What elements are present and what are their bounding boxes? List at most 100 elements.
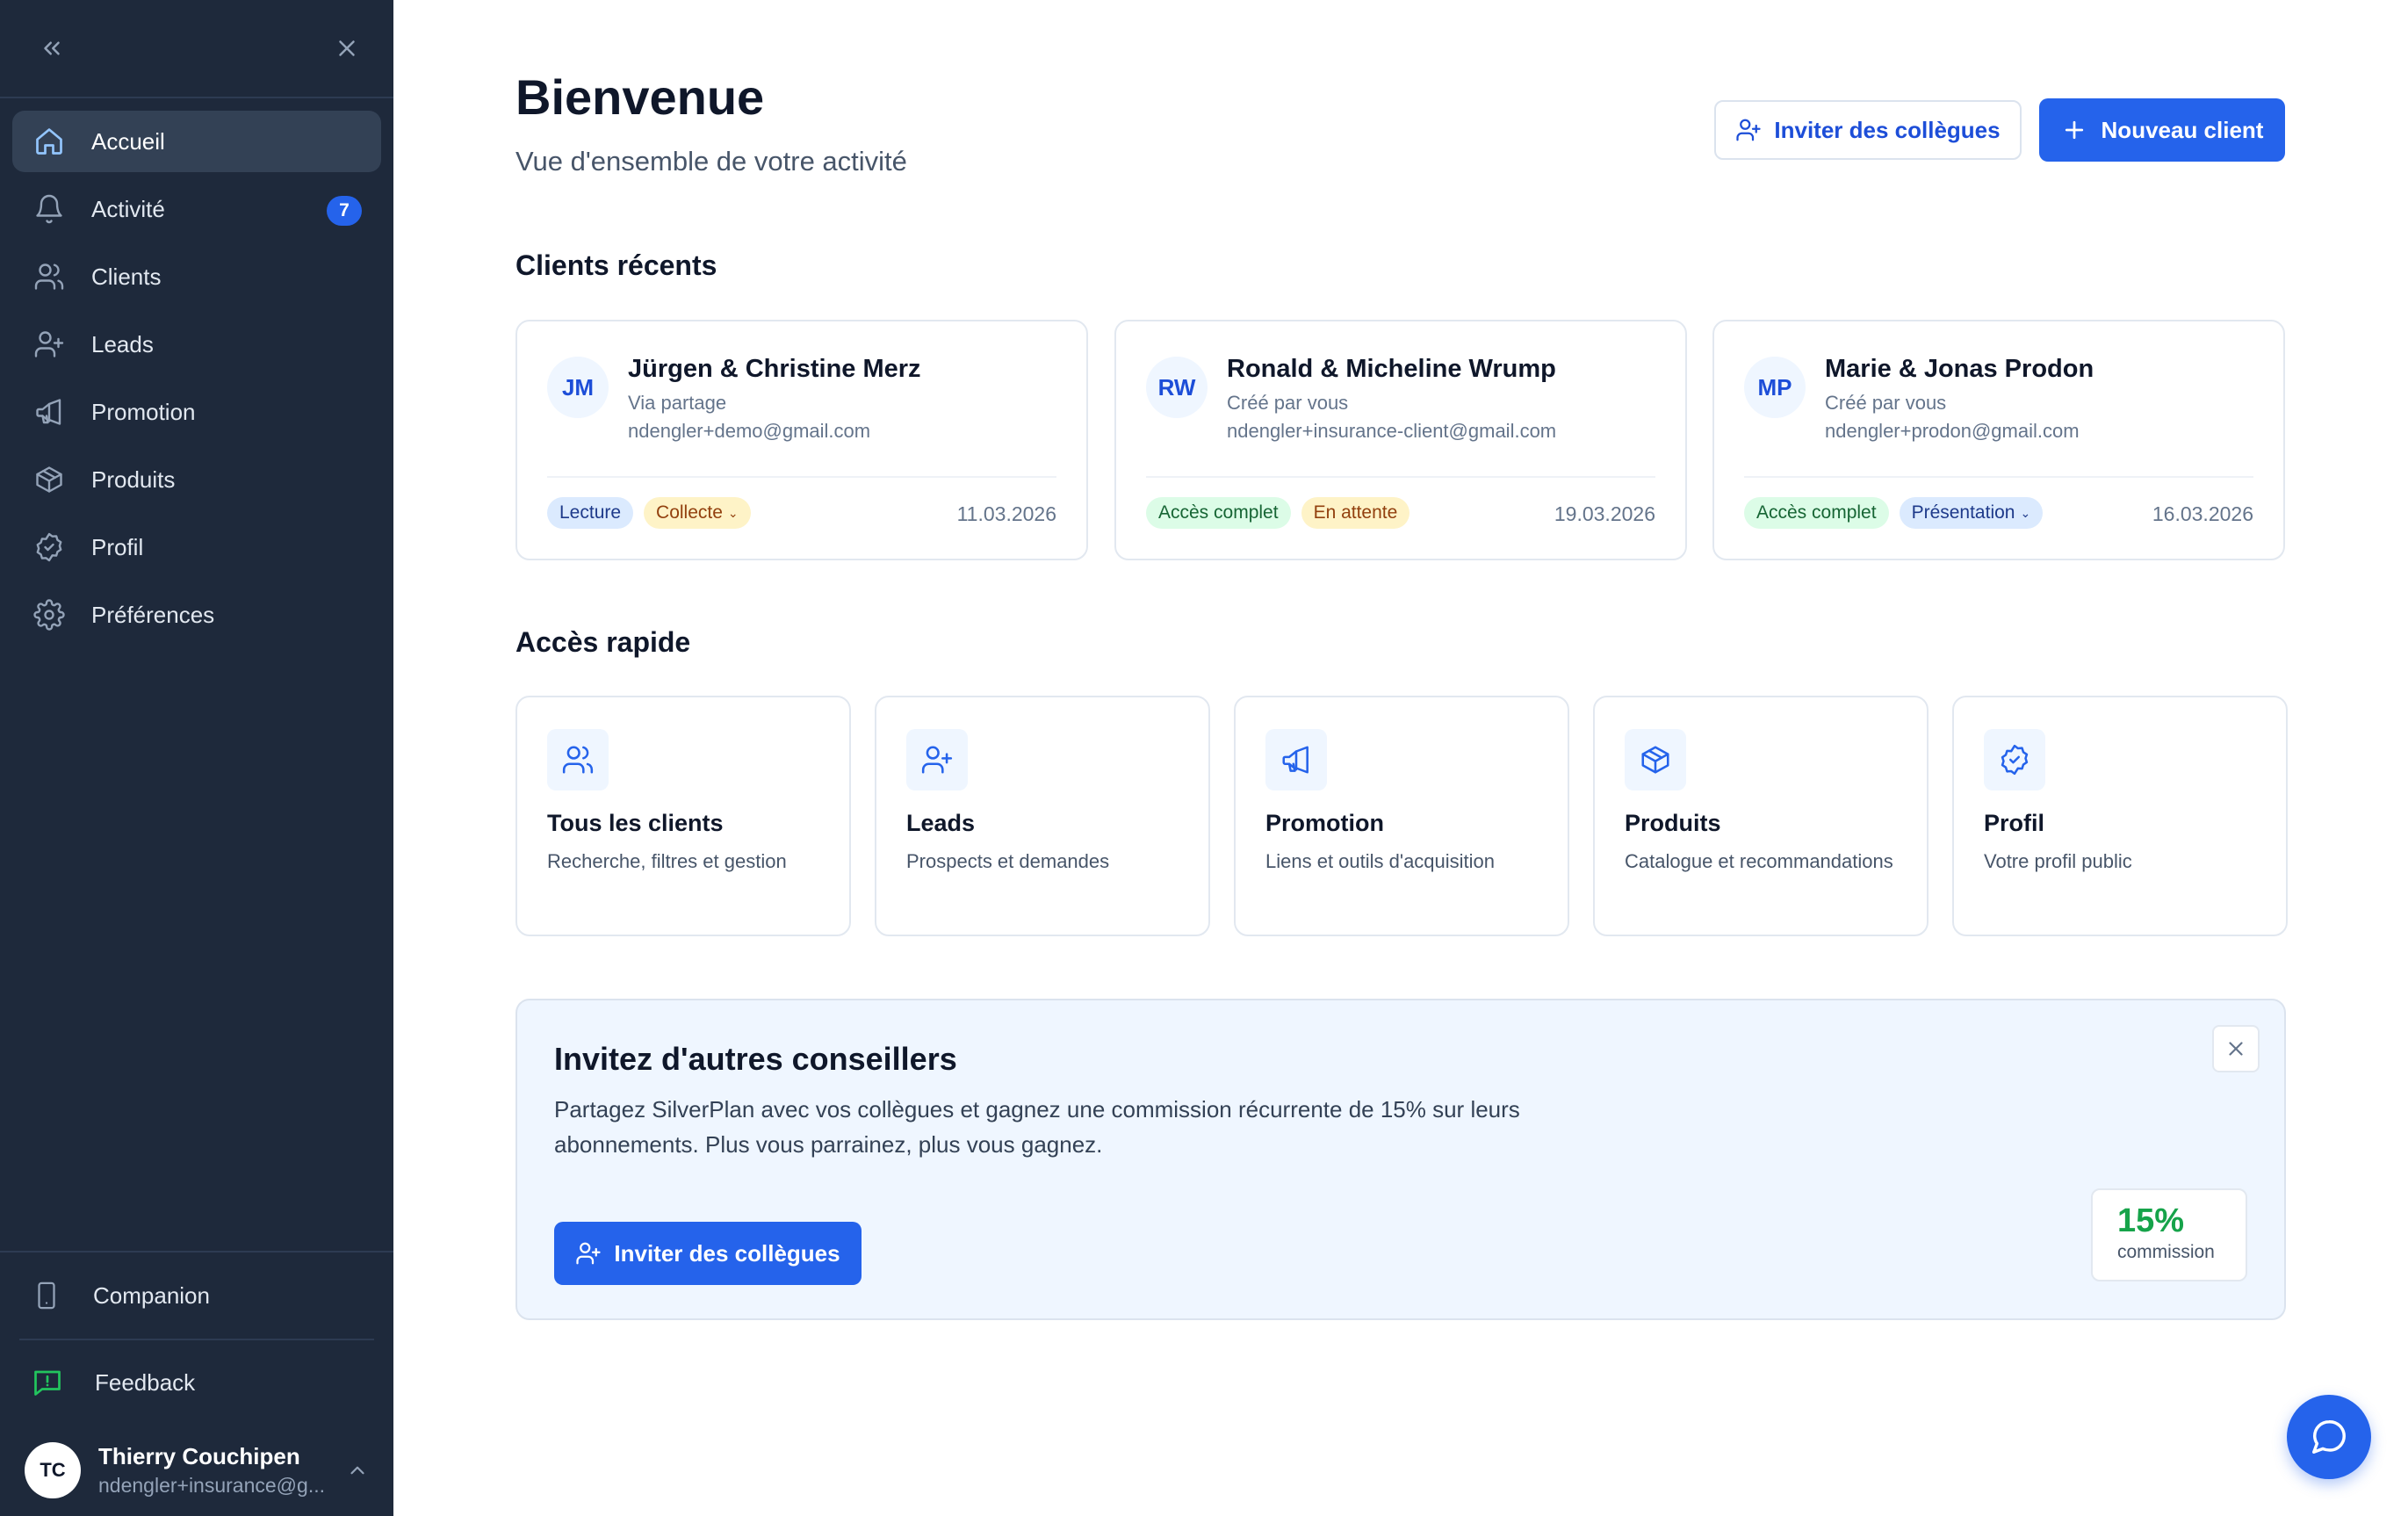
- gear-icon: [32, 597, 67, 632]
- client-date: 19.03.2026: [1554, 502, 1655, 525]
- feedback-label: Feedback: [95, 1368, 196, 1396]
- client-name: Marie & Jonas Prodon: [1825, 355, 2094, 383]
- quick-access-card-desc: Prospects et demandes: [906, 850, 1110, 872]
- sidebar-item-accueil[interactable]: Accueil: [12, 111, 381, 172]
- recent-clients-title: Clients récents: [515, 249, 717, 281]
- feedback-button[interactable]: Feedback: [0, 1340, 393, 1425]
- close-icon: [2224, 1037, 2247, 1060]
- sidebar-item-preferences[interactable]: Préférences: [12, 584, 381, 646]
- client-date: 16.03.2026: [2152, 502, 2253, 525]
- sidebar-item-clients[interactable]: Clients: [12, 246, 381, 307]
- divider: [1744, 476, 2253, 478]
- client-tags: Lecture Collecte ⌄: [547, 497, 751, 529]
- user-email: ndengler+insurance@g...: [98, 1474, 325, 1497]
- quick-access-title: Accès rapide: [515, 626, 691, 658]
- button-label: Inviter des collègues: [614, 1239, 840, 1267]
- sidebar: Accueil Activité 7 Clients Leads Promoti…: [0, 0, 393, 1516]
- sidebar-item-label: Accueil: [91, 127, 165, 155]
- quick-access-promotion[interactable]: Promotion Liens et outils d'acquisition: [1234, 696, 1569, 936]
- sidebar-item-activite[interactable]: Activité 7: [12, 178, 381, 240]
- user-menu[interactable]: TC Thierry Couchipen ndengler+insurance@…: [0, 1425, 393, 1516]
- button-label: Inviter des collègues: [1774, 116, 2001, 143]
- quick-access-profil[interactable]: Profil Votre profil public: [1952, 696, 2288, 936]
- megaphone-icon: [32, 394, 67, 430]
- home-icon: [32, 124, 67, 159]
- notification-count-badge: 7: [327, 196, 362, 226]
- sidebar-item-label: Clients: [91, 263, 162, 290]
- companion-button[interactable]: Companion: [0, 1253, 393, 1339]
- user-info: Thierry Couchipen ndengler+insurance@g..…: [98, 1443, 346, 1498]
- banner-text: Partagez SilverPlan avec vos collègues e…: [554, 1096, 1520, 1158]
- quick-access-card-title: Produits: [1625, 810, 1721, 836]
- user-plus-icon: [1735, 117, 1774, 143]
- stage-dropdown[interactable]: Collecte ⌄: [644, 497, 751, 529]
- client-card[interactable]: MP Marie & Jonas Prodon Créé par vous nd…: [1712, 320, 2285, 560]
- feedback-icon: [32, 1367, 95, 1398]
- quick-access-produits[interactable]: Produits Catalogue et recommandations: [1593, 696, 1929, 936]
- user-plus-icon: [32, 327, 67, 362]
- stage-label: Présentation: [1911, 502, 2015, 523]
- main-content: Bienvenue Vue d'ensemble de votre activi…: [393, 0, 2408, 1516]
- companion-label: Companion: [93, 1281, 210, 1309]
- quick-access-clients[interactable]: Tous les clients Recherche, filtres et g…: [515, 696, 851, 936]
- sidebar-item-profil[interactable]: Profil: [12, 516, 381, 578]
- sidebar-item-leads[interactable]: Leads: [12, 314, 381, 375]
- sidebar-item-produits[interactable]: Produits: [12, 449, 381, 510]
- divider: [547, 476, 1056, 478]
- chat-bubble-icon: [2309, 1417, 2349, 1457]
- client-avatar: JM: [547, 357, 609, 418]
- client-email: ndengler+demo@gmail.com: [628, 420, 871, 442]
- client-source: Créé par vous: [1227, 392, 1349, 414]
- megaphone-icon: [1265, 729, 1327, 790]
- box-icon: [1625, 729, 1686, 790]
- client-card[interactable]: RW Ronald & Micheline Wrump Créé par vou…: [1114, 320, 1687, 560]
- quick-access-card-desc: Recherche, filtres et gestion: [547, 850, 787, 872]
- sidebar-item-promotion[interactable]: Promotion: [12, 381, 381, 443]
- badge-check-icon: [1984, 729, 2045, 790]
- sidebar-item-label: Préférences: [91, 601, 215, 628]
- quick-access-leads[interactable]: Leads Prospects et demandes: [875, 696, 1210, 936]
- commission-label: commission: [2117, 1242, 2215, 1262]
- new-client-button[interactable]: Nouveau client: [2039, 98, 2285, 162]
- referral-banner: Invitez d'autres conseillers Partagez Si…: [515, 999, 2286, 1320]
- quick-access-card-title: Leads: [906, 810, 976, 836]
- sidebar-item-label: Leads: [91, 330, 154, 357]
- quick-access-card-desc: Votre profil public: [1984, 850, 2132, 872]
- chat-button[interactable]: [2287, 1395, 2371, 1479]
- sidebar-nav: Accueil Activité 7 Clients Leads Promoti…: [0, 98, 393, 646]
- client-avatar: MP: [1744, 357, 1806, 418]
- banner-invite-button[interactable]: Inviter des collègues: [554, 1222, 862, 1285]
- client-card[interactable]: JM Jürgen & Christine Merz Via partage n…: [515, 320, 1088, 560]
- invite-colleagues-button[interactable]: Inviter des collègues: [1714, 100, 2022, 160]
- user-plus-icon: [575, 1240, 614, 1267]
- page-subtitle: Vue d'ensemble de votre activité: [515, 146, 907, 177]
- client-name: Ronald & Micheline Wrump: [1227, 355, 1556, 383]
- quick-access-card-title: Tous les clients: [547, 810, 724, 836]
- collapse-sidebar-icon[interactable]: [39, 35, 65, 61]
- sidebar-item-label: Produits: [91, 466, 176, 493]
- sidebar-item-label: Profil: [91, 533, 144, 560]
- client-source: Via partage: [628, 392, 727, 414]
- commission-value: 15%: [2117, 1202, 2185, 1239]
- stage-dropdown[interactable]: Présentation ⌄: [1899, 497, 2044, 529]
- commission-stat: 15% commission: [2091, 1188, 2247, 1281]
- client-date: 11.03.2026: [956, 502, 1056, 525]
- plus-icon: [2061, 117, 2102, 143]
- dismiss-banner-button[interactable]: [2212, 1025, 2260, 1072]
- client-name: Jürgen & Christine Merz: [628, 355, 921, 383]
- avatar: TC: [25, 1442, 81, 1498]
- banner-title: Invitez d'autres conseillers: [554, 1041, 957, 1077]
- sidebar-footer: Companion Feedback TC Thierry Couchipen …: [0, 1251, 393, 1516]
- quick-access-card-title: Promotion: [1265, 810, 1384, 836]
- quick-access-card-desc: Catalogue et recommandations: [1625, 850, 1893, 872]
- client-tags: Accès complet Présentation ⌄: [1744, 497, 2044, 529]
- button-label: Nouveau client: [2101, 116, 2264, 143]
- smartphone-icon: [32, 1281, 93, 1310]
- close-icon[interactable]: [334, 35, 360, 61]
- sidebar-item-label: Promotion: [91, 398, 196, 425]
- client-email: ndengler+prodon@gmail.com: [1825, 420, 2080, 442]
- access-badge: Accès complet: [1146, 497, 1291, 529]
- user-name: Thierry Couchipen: [98, 1443, 300, 1469]
- client-email: ndengler+insurance-client@gmail.com: [1227, 420, 1557, 442]
- chevron-up-icon[interactable]: [346, 1459, 369, 1482]
